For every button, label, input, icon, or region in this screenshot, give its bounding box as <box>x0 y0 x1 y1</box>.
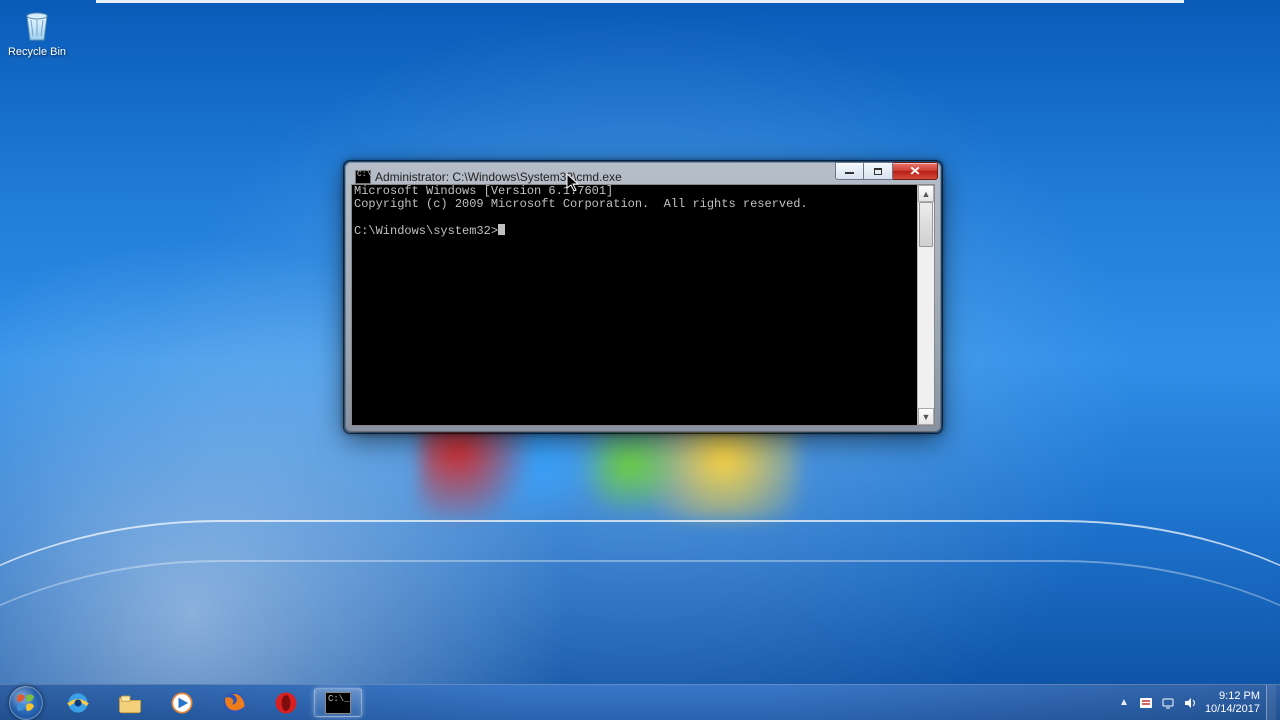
cmd-icon <box>325 692 351 714</box>
window-controls: ✕ <box>835 162 938 180</box>
tray-time: 9:12 PM <box>1205 690 1260 703</box>
show-desktop-button[interactable] <box>1266 685 1276 720</box>
taskbar[interactable]: ▲ 9:12 PM 10/14/2017 <box>0 684 1280 720</box>
network-icon[interactable] <box>1160 695 1176 711</box>
taskbar-pin-opera[interactable] <box>262 688 310 717</box>
console-prompt: C:\Windows\system32> <box>354 224 498 238</box>
tray-overflow-button[interactable]: ▲ <box>1113 697 1135 708</box>
console-output[interactable]: Microsoft Windows [Version 6.1.7601] Cop… <box>352 185 917 425</box>
scroll-up-button[interactable]: ▲ <box>918 185 934 202</box>
maximize-button[interactable] <box>864 162 893 180</box>
action-center-icon[interactable] <box>1138 695 1154 711</box>
console-frame: Microsoft Windows [Version 6.1.7601] Cop… <box>351 184 935 426</box>
trash-icon <box>17 4 57 44</box>
console-line: Copyright (c) 2009 Microsoft Corporation… <box>354 197 808 211</box>
cmd-window[interactable]: Administrator: C:\Windows\System32\cmd.e… <box>345 162 941 432</box>
taskbar-pin-wmp[interactable] <box>158 688 206 717</box>
wmp-icon <box>168 689 196 717</box>
taskbar-pin-ie[interactable] <box>54 688 102 717</box>
taskbar-pin-firefox[interactable] <box>210 688 258 717</box>
close-icon: ✕ <box>909 165 921 177</box>
tray-date: 10/14/2017 <box>1205 703 1260 716</box>
minimize-button[interactable] <box>835 162 864 180</box>
taskbar-pin-explorer[interactable] <box>106 688 154 717</box>
taskbar-item-cmd[interactable] <box>314 688 362 717</box>
start-orb-icon <box>9 686 43 720</box>
scroll-thumb[interactable] <box>919 202 933 247</box>
close-button[interactable]: ✕ <box>893 162 938 180</box>
window-edge-artifact <box>96 0 1184 3</box>
system-tray: ▲ 9:12 PM 10/14/2017 <box>1113 685 1280 720</box>
start-button[interactable] <box>0 685 52 720</box>
vertical-scrollbar[interactable]: ▲ ▼ <box>917 185 934 425</box>
firefox-icon <box>220 689 248 717</box>
cmd-title-icon <box>355 170 371 184</box>
minimize-icon <box>845 172 854 174</box>
volume-icon[interactable] <box>1182 695 1198 711</box>
scroll-down-button[interactable]: ▼ <box>918 408 934 425</box>
console-caret <box>498 224 505 235</box>
maximize-icon <box>874 168 882 175</box>
recycle-bin-icon[interactable]: Recycle Bin <box>6 4 68 58</box>
ie-icon <box>64 689 92 717</box>
window-title: Administrator: C:\Windows\System32\cmd.e… <box>375 170 622 184</box>
folder-icon <box>116 689 144 717</box>
recycle-bin-label: Recycle Bin <box>6 46 68 58</box>
opera-icon <box>272 689 300 717</box>
tray-clock[interactable]: 9:12 PM 10/14/2017 <box>1201 690 1266 716</box>
